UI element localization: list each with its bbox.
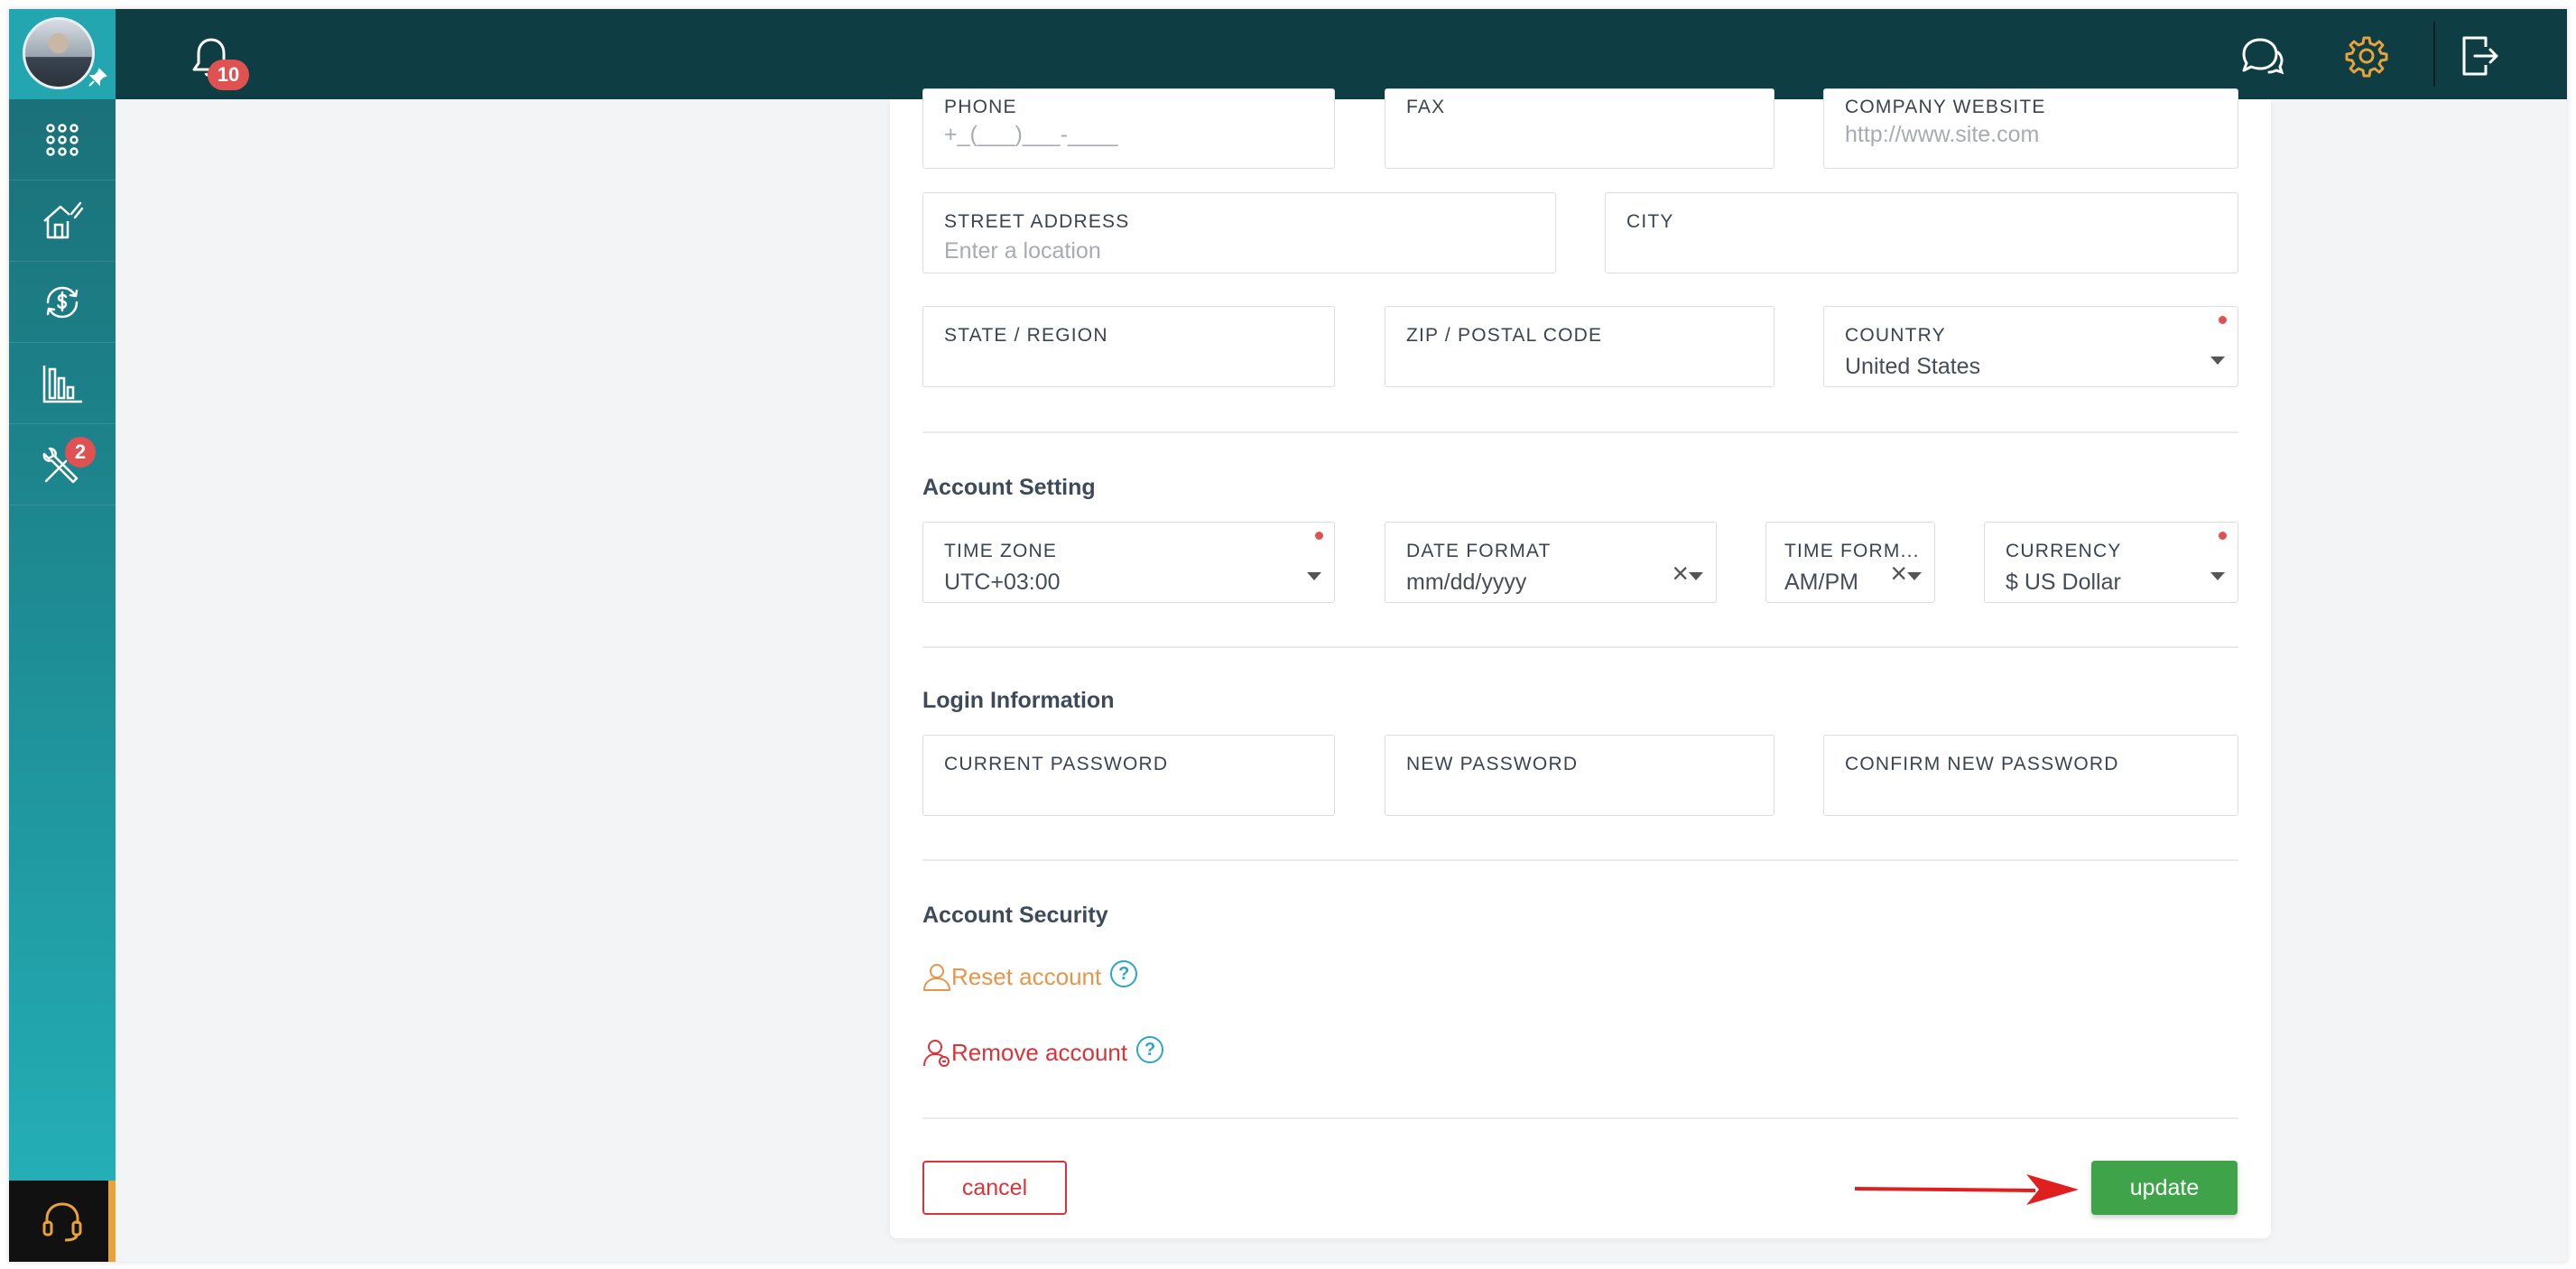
topbar-divider bbox=[2433, 22, 2435, 87]
notifications-button[interactable]: 10 bbox=[175, 27, 249, 90]
apps-grid-icon bbox=[46, 123, 79, 156]
state-region-label: STATE / REGION bbox=[944, 325, 1108, 346]
city-label: CITY bbox=[1626, 211, 1674, 232]
logout-button[interactable] bbox=[2455, 31, 2506, 81]
app-window: 10 2 PHONE +_(___)___-____ FAX COMPANY W… bbox=[9, 9, 2567, 1262]
top-bar: 10 bbox=[9, 9, 2567, 99]
arrow-annotation-icon bbox=[1855, 1174, 2079, 1205]
divider bbox=[922, 859, 2238, 861]
company-website-input[interactable]: http://www.site.com bbox=[1845, 122, 2039, 148]
required-indicator bbox=[2219, 316, 2227, 324]
logout-icon bbox=[2462, 36, 2498, 76]
zip-postal-code-label: ZIP / POSTAL CODE bbox=[1406, 325, 1603, 346]
help-icon[interactable]: ? bbox=[1136, 1036, 1164, 1063]
chevron-down-icon bbox=[2210, 357, 2225, 365]
reset-account-label: Reset account bbox=[951, 962, 1102, 990]
chat-button[interactable] bbox=[2235, 31, 2289, 81]
street-address-label: STREET ADDRESS bbox=[944, 211, 1130, 232]
remove-account-label: Remove account bbox=[951, 1038, 1128, 1066]
divider bbox=[922, 431, 2238, 433]
currency-select[interactable]: CURRENCY $ US Dollar bbox=[1984, 522, 2238, 603]
fax-field[interactable]: FAX bbox=[1385, 88, 1774, 169]
home-edit-icon bbox=[43, 201, 84, 238]
date-format-label: DATE FORMAT bbox=[1406, 541, 1552, 561]
phone-label: PHONE bbox=[944, 97, 1017, 117]
time-format-value: AM/PM bbox=[1784, 570, 1858, 595]
support-button[interactable] bbox=[9, 1181, 116, 1262]
current-password-field[interactable]: CURRENT PASSWORD bbox=[922, 735, 1335, 816]
country-label: COUNTRY bbox=[1845, 325, 1946, 346]
sidebar-item-tools[interactable]: 2 bbox=[9, 424, 116, 505]
fax-label: FAX bbox=[1406, 97, 1446, 117]
support-accent bbox=[108, 1181, 116, 1262]
sidebar: 2 bbox=[9, 9, 116, 1262]
dollar-cycle-icon bbox=[46, 286, 79, 318]
sidebar-item-finance[interactable] bbox=[9, 262, 116, 343]
current-password-label: CURRENT PASSWORD bbox=[944, 754, 1169, 774]
country-value: United States bbox=[1845, 354, 1981, 379]
company-website-label: COMPANY WEBSITE bbox=[1845, 97, 2046, 117]
zip-postal-code-field[interactable]: ZIP / POSTAL CODE bbox=[1385, 306, 1774, 387]
phone-input[interactable]: +_(___)___-____ bbox=[944, 122, 1118, 148]
street-address-input[interactable]: Enter a location bbox=[944, 238, 1101, 264]
date-format-select[interactable]: DATE FORMAT mm/dd/yyyy × bbox=[1385, 522, 1717, 603]
headset-icon bbox=[42, 1202, 82, 1242]
currency-value: $ US Dollar bbox=[2006, 570, 2121, 595]
currency-label: CURRENCY bbox=[2006, 541, 2122, 561]
bar-chart-icon bbox=[42, 365, 82, 403]
chevron-down-icon bbox=[1689, 572, 1703, 580]
time-zone-select[interactable]: TIME ZONE UTC+03:00 bbox=[922, 522, 1335, 603]
chevron-down-icon bbox=[2210, 572, 2225, 580]
sidebar-item-apps[interactable] bbox=[9, 99, 116, 181]
company-website-field[interactable]: COMPANY WEBSITE http://www.site.com bbox=[1823, 88, 2238, 169]
phone-field[interactable]: PHONE +_(___)___-____ bbox=[922, 88, 1335, 169]
avatar[interactable] bbox=[23, 17, 95, 89]
account-security-title: Account Security bbox=[922, 903, 1108, 928]
user-remove-icon bbox=[923, 1040, 950, 1067]
pin-icon bbox=[88, 68, 107, 87]
reset-account-link[interactable]: Reset account ? bbox=[922, 960, 1138, 991]
divider bbox=[922, 646, 2238, 648]
confirm-new-password-field[interactable]: CONFIRM NEW PASSWORD bbox=[1823, 735, 2238, 816]
chevron-down-icon bbox=[1307, 572, 1321, 580]
settings-button[interactable] bbox=[2341, 31, 2392, 81]
time-zone-value: UTC+03:00 bbox=[944, 570, 1061, 595]
profile-area[interactable] bbox=[9, 9, 116, 99]
clear-icon[interactable]: × bbox=[1672, 559, 1689, 588]
city-field[interactable]: CITY bbox=[1605, 192, 2238, 273]
new-password-label: NEW PASSWORD bbox=[1406, 754, 1579, 774]
divider bbox=[922, 1117, 2238, 1119]
country-select[interactable]: COUNTRY United States bbox=[1823, 306, 2238, 387]
help-icon[interactable]: ? bbox=[1110, 960, 1138, 987]
state-region-field[interactable]: STATE / REGION bbox=[922, 306, 1335, 387]
notification-count-badge: 10 bbox=[208, 60, 249, 90]
remove-account-link[interactable]: Remove account ? bbox=[922, 1036, 1164, 1067]
settings-form: PHONE +_(___)___-____ FAX COMPANY WEBSIT… bbox=[890, 88, 2271, 1238]
sidebar-item-reports[interactable] bbox=[9, 343, 116, 424]
required-indicator bbox=[2219, 532, 2227, 540]
required-indicator bbox=[1315, 532, 1323, 540]
sidebar-item-property[interactable] bbox=[9, 181, 116, 262]
confirm-new-password-label: CONFIRM NEW PASSWORD bbox=[1845, 754, 2119, 774]
chat-icon bbox=[2242, 38, 2284, 75]
street-address-field[interactable]: STREET ADDRESS Enter a location bbox=[922, 192, 1556, 273]
chevron-down-icon bbox=[1907, 572, 1922, 580]
tools-badge: 2 bbox=[65, 437, 96, 468]
date-format-value: mm/dd/yyyy bbox=[1406, 570, 1527, 595]
user-icon bbox=[923, 964, 950, 991]
cancel-button[interactable]: cancel bbox=[922, 1161, 1067, 1215]
login-information-title: Login Information bbox=[922, 688, 1115, 713]
gear-icon bbox=[2345, 36, 2388, 78]
new-password-field[interactable]: NEW PASSWORD bbox=[1385, 735, 1774, 816]
time-format-select[interactable]: TIME FORM... AM/PM × bbox=[1765, 522, 1935, 603]
time-zone-label: TIME ZONE bbox=[944, 541, 1058, 561]
clear-icon[interactable]: × bbox=[1890, 559, 1907, 588]
update-button[interactable]: update bbox=[2091, 1161, 2238, 1215]
account-setting-title: Account Setting bbox=[922, 475, 1096, 500]
